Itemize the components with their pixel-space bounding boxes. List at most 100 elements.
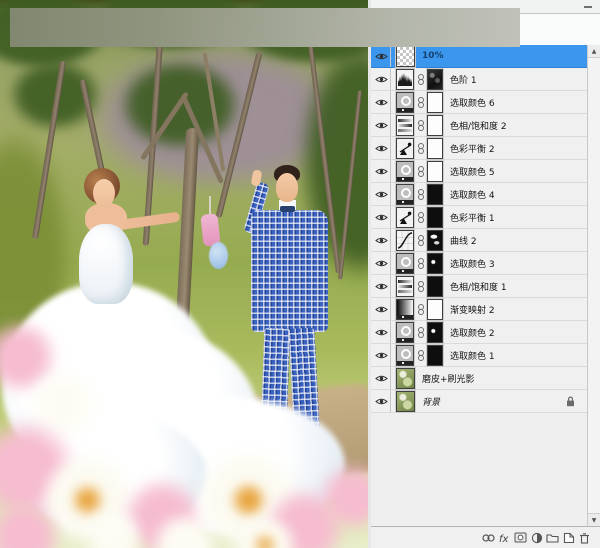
layer-row[interactable]: 曲线 2: [371, 229, 587, 252]
decor: [375, 98, 388, 107]
layer-mask-thumbnail[interactable]: [427, 69, 443, 90]
layer-row[interactable]: 渐变映射 2: [371, 298, 587, 321]
visibility-eye-icon[interactable]: [373, 344, 391, 366]
decor: [418, 79, 424, 85]
mask-link-icon: [417, 74, 424, 85]
layer-mask-thumbnail[interactable]: [427, 161, 443, 182]
add-layer-mask-icon[interactable]: [514, 531, 527, 545]
layer-row[interactable]: 色相/饱和度 1: [371, 275, 587, 298]
decor: [418, 171, 424, 177]
decor: [380, 353, 383, 356]
decor: [380, 192, 383, 195]
layer-row[interactable]: 选取颜色 4: [371, 183, 587, 206]
layer-mask-thumbnail[interactable]: [427, 299, 443, 320]
layer-mask-thumbnail[interactable]: [427, 92, 443, 113]
levels-adjustment-icon[interactable]: [396, 69, 414, 90]
visibility-eye-icon[interactable]: [373, 137, 391, 159]
visibility-eye-icon[interactable]: [373, 91, 391, 113]
visibility-eye-icon[interactable]: [373, 275, 391, 297]
layer-mask-thumbnail[interactable]: [427, 230, 443, 251]
layer-row[interactable]: 磨皮+刷光影: [371, 367, 587, 390]
visibility-eye-icon[interactable]: [373, 114, 391, 136]
layer-mask-thumbnail[interactable]: [427, 345, 443, 366]
layer-row[interactable]: 10%: [371, 45, 587, 68]
ring-decor: [401, 326, 411, 336]
layer-name: 色彩平衡 2: [450, 142, 495, 155]
selective-color-adjustment-icon[interactable]: [396, 253, 414, 274]
hue-saturation-adjustment-icon[interactable]: [396, 276, 414, 297]
layer-row[interactable]: 色相/饱和度 2: [371, 114, 587, 137]
layer-row[interactable]: 色彩平衡 1: [371, 206, 587, 229]
decor: [375, 52, 388, 61]
layer-mask-thumbnail[interactable]: [427, 138, 443, 159]
layer-mask-thumbnail[interactable]: [427, 115, 443, 136]
link-layers-icon[interactable]: [482, 531, 495, 545]
visibility-eye-icon[interactable]: [373, 367, 391, 389]
layer-row[interactable]: 背景: [371, 390, 587, 413]
selective-color-adjustment-icon[interactable]: [396, 161, 414, 182]
selective-color-adjustment-icon[interactable]: [396, 345, 414, 366]
color-balance-adjustment-icon[interactable]: [396, 138, 414, 159]
ring-decor: [401, 165, 411, 175]
color-balance-adjustment-icon[interactable]: [396, 207, 414, 228]
visibility-eye-icon[interactable]: [373, 252, 391, 274]
layer-mask-thumbnail[interactable]: [427, 276, 443, 297]
visibility-eye-icon[interactable]: [373, 321, 391, 343]
delete-layer-icon[interactable]: [578, 531, 591, 545]
visibility-eye-icon[interactable]: [373, 229, 391, 251]
visibility-eye-icon[interactable]: [373, 160, 391, 182]
layer-row[interactable]: 色阶 1: [371, 68, 587, 91]
layer-mask-thumbnail[interactable]: [427, 322, 443, 343]
layer-name: 10%: [422, 51, 444, 61]
scroll-down-arrow[interactable]: ▼: [588, 513, 600, 526]
layer-name: 选取颜色 4: [450, 188, 495, 201]
decor: [375, 167, 388, 176]
layer-row[interactable]: 选取颜色 6: [371, 91, 587, 114]
layer-mask-thumbnail[interactable]: [427, 184, 443, 205]
layer-thumbnail-transparent[interactable]: [396, 46, 415, 67]
selective-color-adjustment-icon[interactable]: [396, 92, 414, 113]
decor: [408, 211, 412, 215]
layer-row[interactable]: 选取颜色 1: [371, 344, 587, 367]
decor: [380, 54, 383, 57]
panel-collapse-dash[interactable]: [584, 6, 592, 8]
new-group-icon[interactable]: [546, 531, 559, 545]
decor: [569, 397, 573, 400]
layer-style-fx-icon[interactable]: fx: [498, 531, 511, 545]
new-layer-icon[interactable]: [562, 531, 575, 545]
decor: [380, 77, 383, 80]
layer-row[interactable]: 色彩平衡 2: [371, 137, 587, 160]
selective-color-adjustment-icon[interactable]: [396, 184, 414, 205]
decor: [380, 399, 383, 402]
hue-saturation-adjustment-icon[interactable]: [396, 115, 414, 136]
layer-image-thumbnail[interactable]: [396, 391, 415, 412]
decor: [375, 397, 388, 406]
gradient-map-adjustment-icon[interactable]: [396, 299, 414, 320]
visibility-eye-icon[interactable]: [373, 206, 391, 228]
selective-color-adjustment-icon[interactable]: [396, 322, 414, 343]
visibility-eye-icon[interactable]: [373, 390, 391, 412]
decor: [380, 284, 383, 287]
layer-image-thumbnail[interactable]: [396, 368, 415, 389]
photo-canvas[interactable]: [0, 0, 370, 548]
curves-adjustment-icon[interactable]: [396, 230, 414, 251]
layers-scrollbar[interactable]: ▲ ▼: [587, 45, 600, 526]
layer-mask-thumbnail[interactable]: [427, 253, 443, 274]
layer-row[interactable]: 选取颜色 2: [371, 321, 587, 344]
decor: fx: [499, 534, 509, 544]
layer-row[interactable]: 选取颜色 5: [371, 160, 587, 183]
decor: [375, 351, 388, 360]
scroll-up-arrow[interactable]: ▲: [588, 45, 600, 58]
visibility-eye-icon[interactable]: [373, 298, 391, 320]
visibility-eye-icon[interactable]: [373, 45, 391, 67]
layer-name: 色阶 1: [450, 73, 477, 86]
visibility-eye-icon[interactable]: [373, 183, 391, 205]
layer-name: 磨皮+刷光影: [422, 372, 475, 385]
decor: [375, 144, 388, 153]
layer-row[interactable]: 选取颜色 3: [371, 252, 587, 275]
decor: [380, 146, 383, 149]
visibility-eye-icon[interactable]: [373, 68, 391, 90]
new-adjustment-layer-icon[interactable]: [530, 531, 543, 545]
layer-mask-thumbnail[interactable]: [427, 207, 443, 228]
decor: [518, 535, 523, 540]
